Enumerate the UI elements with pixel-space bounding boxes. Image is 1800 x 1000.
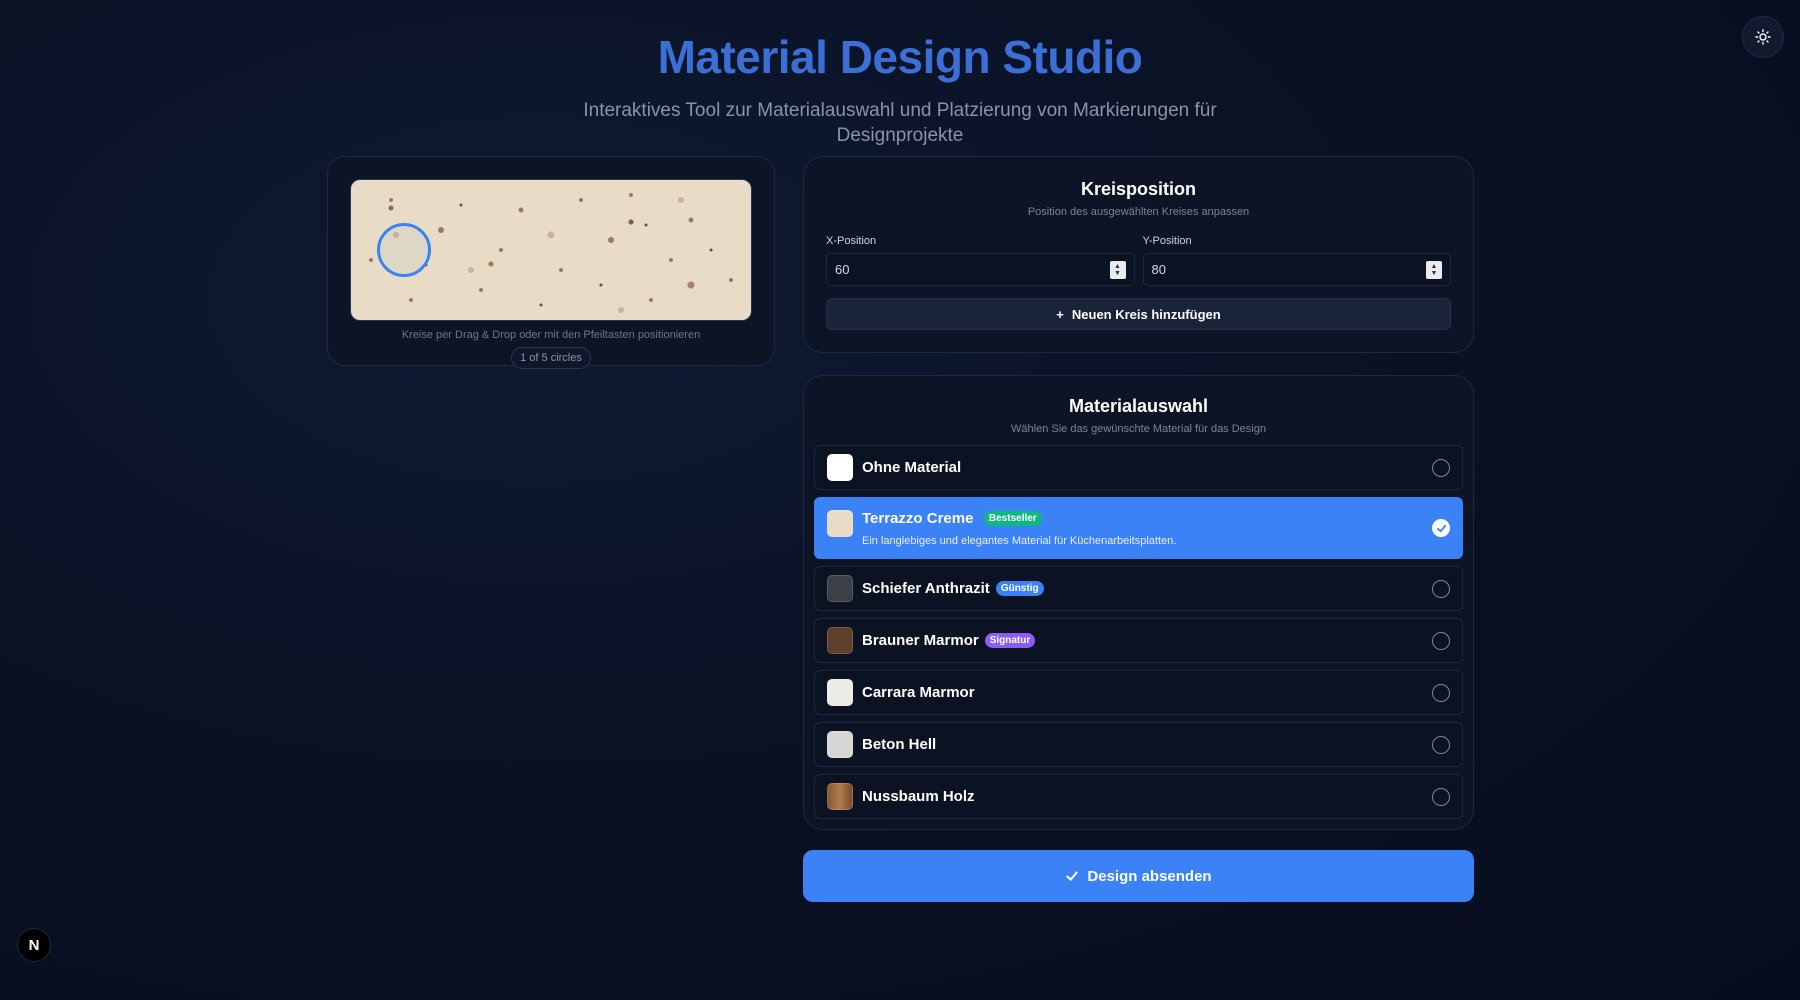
material-list: Ohne Material Terrazzo Creme Bestseller … bbox=[814, 445, 1463, 819]
submit-design-button[interactable]: Design absenden bbox=[803, 850, 1474, 902]
page-header: Material Design Studio Interaktives Tool… bbox=[0, 0, 1800, 148]
drag-hint: Kreise per Drag & Drop oder mit den Pfei… bbox=[401, 329, 701, 341]
guenstig-badge: Günstig bbox=[995, 581, 1044, 596]
position-card: Kreisposition Position des ausgewählten … bbox=[803, 156, 1474, 353]
x-position-value: 60 bbox=[835, 262, 850, 277]
material-option-beton-hell[interactable]: Beton Hell bbox=[814, 722, 1463, 767]
material-card: Materialauswahl Wählen Sie das gewünscht… bbox=[803, 375, 1474, 830]
x-position-label: X-Position bbox=[826, 235, 877, 247]
material-name: Carrara Marmor bbox=[862, 684, 975, 701]
preview-card: Kreise per Drag & Drop oder mit den Pfei… bbox=[327, 156, 775, 369]
position-circle[interactable] bbox=[377, 223, 431, 277]
radio-button-checked[interactable] bbox=[1432, 519, 1450, 537]
next-logo[interactable]: N bbox=[17, 928, 51, 962]
right-column: Kreisposition Position des ausgewählten … bbox=[803, 156, 1474, 902]
material-swatch bbox=[827, 454, 853, 481]
material-swatch bbox=[827, 627, 853, 654]
circle-count-badge: 1 of 5 circles bbox=[511, 347, 591, 369]
radio-button[interactable] bbox=[1432, 458, 1450, 477]
material-name: Beton Hell bbox=[862, 736, 937, 753]
bestseller-badge: Bestseller bbox=[983, 511, 1042, 526]
page-subtitle: Interaktives Tool zur Materialauswahl un… bbox=[583, 100, 1217, 146]
add-circle-label: Neuen Kreis hinzufügen bbox=[1071, 306, 1221, 322]
material-option-carrara-marmor[interactable]: Carrara Marmor bbox=[814, 670, 1463, 715]
material-name: Ohne Material bbox=[862, 459, 962, 476]
position-title: Kreisposition bbox=[1080, 179, 1196, 199]
x-position-field: X-Position 60 ▲ ▼ bbox=[826, 235, 1135, 286]
radio-button[interactable] bbox=[1432, 735, 1450, 754]
y-position-label: Y-Position bbox=[1142, 235, 1192, 247]
signatur-badge: Signatur bbox=[984, 633, 1036, 648]
material-option-brauner-marmor[interactable]: Brauner Marmor Signatur bbox=[814, 618, 1463, 663]
sun-icon bbox=[1755, 29, 1771, 45]
material-description: Wählen Sie das gewünschte Material für d… bbox=[1011, 423, 1266, 435]
material-preview[interactable] bbox=[350, 179, 752, 321]
plus-icon: + bbox=[1056, 306, 1064, 322]
radio-button[interactable] bbox=[1432, 631, 1450, 650]
material-option-schiefer-anthrazit[interactable]: Schiefer Anthrazit Günstig bbox=[814, 566, 1463, 611]
x-position-stepper[interactable]: ▲ ▼ bbox=[1109, 260, 1126, 279]
material-name: Schiefer Anthrazit bbox=[862, 580, 990, 597]
material-description-text: Ein langlebiges und elegantes Material f… bbox=[862, 535, 1177, 547]
y-position-input[interactable]: 80 ▲ ▼ bbox=[1142, 253, 1451, 286]
material-swatch bbox=[827, 731, 853, 758]
y-position-field: Y-Position 80 ▲ ▼ bbox=[1142, 235, 1451, 286]
material-name: Terrazzo Creme bbox=[862, 510, 974, 527]
y-position-stepper[interactable]: ▲ ▼ bbox=[1426, 260, 1442, 279]
material-swatch bbox=[827, 575, 853, 602]
page-title: Material Design Studio bbox=[657, 31, 1143, 83]
radio-button[interactable] bbox=[1432, 683, 1450, 702]
check-icon bbox=[1436, 524, 1446, 533]
position-description: Position des ausgewählten Kreises anpass… bbox=[1027, 206, 1250, 218]
submit-label: Design absenden bbox=[1087, 867, 1212, 885]
material-swatch bbox=[827, 510, 853, 537]
material-option-ohne-material[interactable]: Ohne Material bbox=[814, 445, 1463, 490]
material-name: Nussbaum Holz bbox=[862, 788, 975, 805]
radio-button[interactable] bbox=[1432, 579, 1450, 598]
material-swatch bbox=[827, 783, 853, 810]
theme-toggle-button[interactable] bbox=[1742, 16, 1784, 58]
check-icon bbox=[1066, 871, 1079, 881]
radio-button[interactable] bbox=[1432, 787, 1450, 806]
material-title: Materialauswahl bbox=[1068, 396, 1209, 416]
main-layout: Kreise per Drag & Drop oder mit den Pfei… bbox=[327, 156, 1474, 902]
material-option-nussbaum-holz[interactable]: Nussbaum Holz bbox=[814, 774, 1463, 819]
material-swatch bbox=[827, 679, 853, 706]
x-position-input[interactable]: 60 ▲ ▼ bbox=[826, 253, 1135, 286]
material-option-terrazzo-creme[interactable]: Terrazzo Creme Bestseller Ein langlebige… bbox=[814, 497, 1463, 559]
y-position-value: 80 bbox=[1151, 262, 1166, 277]
add-circle-button[interactable]: + Neuen Kreis hinzufügen bbox=[826, 298, 1451, 330]
material-name: Brauner Marmor bbox=[862, 632, 979, 649]
